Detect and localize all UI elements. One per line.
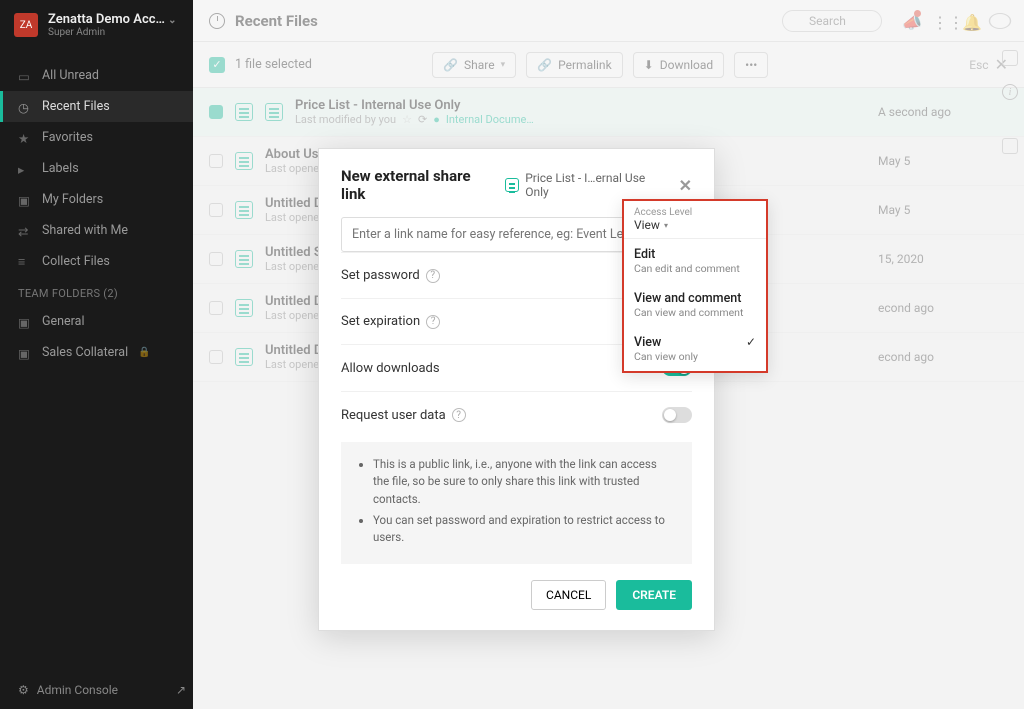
help-icon[interactable]: ?: [426, 269, 440, 283]
option-userdata: Request user data?: [341, 391, 692, 438]
folder-icon: ▣: [18, 193, 32, 207]
team-general[interactable]: ▣ General: [0, 306, 193, 337]
sheet-icon: [505, 178, 519, 192]
share-icon: ⇄: [18, 224, 32, 238]
nav-label: Collect Files: [42, 254, 110, 269]
dropdown-item-edit[interactable]: EditCan edit and comment: [624, 239, 766, 283]
gear-icon: ⚙: [18, 683, 29, 697]
nav: ▭ All Unread ◷ Recent Files ★ Favorites ▸ La…: [0, 60, 193, 277]
modal-file: Price List - I…ernal Use Only: [505, 171, 668, 199]
modal-title: New external share link: [341, 167, 495, 203]
team-label: Sales Collateral: [42, 345, 128, 360]
nav-all-unread[interactable]: ▭ All Unread: [0, 60, 193, 91]
userdata-toggle[interactable]: [662, 407, 692, 423]
dropdown-item-title: Edit: [634, 247, 756, 262]
nav-label: Shared with Me: [42, 223, 128, 238]
external-link-icon: ↗: [176, 683, 186, 697]
dropdown-label: Access Level: [634, 207, 756, 218]
nav-collect[interactable]: ≡ Collect Files: [0, 246, 193, 277]
dropdown-item-desc: Can edit and comment: [634, 262, 756, 275]
team-label: General: [42, 314, 85, 329]
nav-shared[interactable]: ⇄ Shared with Me: [0, 215, 193, 246]
clock-icon: ◷: [18, 100, 32, 114]
account-name: Zenatta Demo Acc… ⌄: [48, 12, 177, 27]
nav-my-folders[interactable]: ▣ My Folders: [0, 184, 193, 215]
nav-labels[interactable]: ▸ Labels: [0, 153, 193, 184]
dropdown-item-desc: Can view and comment: [634, 306, 756, 319]
notes: This is a public link, i.e., anyone with…: [341, 442, 692, 564]
lock-icon: 🔒: [138, 347, 150, 358]
dropdown-item-title: View: [634, 335, 756, 350]
sidebar: ZA Zenatta Demo Acc… ⌄ Super Admin ▭ All …: [0, 0, 193, 709]
dropdown-item-view-comment[interactable]: View and commentCan view and comment: [624, 283, 766, 327]
note-item: You can set password and expiration to r…: [373, 512, 674, 547]
dropdown-item-title: View and comment: [634, 291, 756, 306]
collect-icon: ≡: [18, 255, 32, 269]
close-icon[interactable]: ✕: [679, 176, 692, 195]
chevron-down-icon: ▾: [664, 221, 668, 230]
help-icon[interactable]: ?: [426, 315, 440, 329]
admin-label: Admin Console: [37, 683, 118, 697]
nav-favorites[interactable]: ★ Favorites: [0, 122, 193, 153]
nav-label: Favorites: [42, 130, 93, 145]
folder-icon: ▣: [18, 315, 32, 329]
star-icon: ★: [18, 131, 32, 145]
note-item: This is a public link, i.e., anyone with…: [373, 456, 674, 508]
nav-label: Recent Files: [42, 99, 110, 114]
dropdown-item-view[interactable]: ViewCan view only: [624, 327, 766, 371]
dropdown-item-desc: Can view only: [634, 350, 756, 363]
nav-label: My Folders: [42, 192, 103, 207]
cancel-button[interactable]: CANCEL: [531, 580, 606, 610]
admin-console-link[interactable]: ⚙ Admin Console ↗: [18, 683, 186, 697]
team-sales[interactable]: ▣ Sales Collateral 🔒: [0, 337, 193, 368]
create-button[interactable]: CREATE: [616, 580, 692, 610]
tag-icon: ▸: [18, 162, 32, 176]
account-badge: ZA: [14, 13, 38, 37]
team-folders-header: TEAM FOLDERS (2): [0, 277, 193, 306]
nav-recent-files[interactable]: ◷ Recent Files: [0, 91, 193, 122]
dropdown-selected: View▾: [634, 218, 756, 232]
nav-label: All Unread: [42, 68, 99, 83]
folder-icon: ▣: [18, 346, 32, 360]
account-role: Super Admin: [48, 27, 177, 38]
help-icon[interactable]: ?: [452, 408, 466, 422]
account-switcher[interactable]: ZA Zenatta Demo Acc… ⌄ Super Admin: [0, 0, 193, 50]
nav-label: Labels: [42, 161, 79, 176]
access-level-dropdown: Access Level View▾ EditCan edit and comm…: [622, 199, 768, 373]
dropdown-header[interactable]: Access Level View▾: [624, 201, 766, 234]
inbox-icon: ▭: [18, 69, 32, 83]
